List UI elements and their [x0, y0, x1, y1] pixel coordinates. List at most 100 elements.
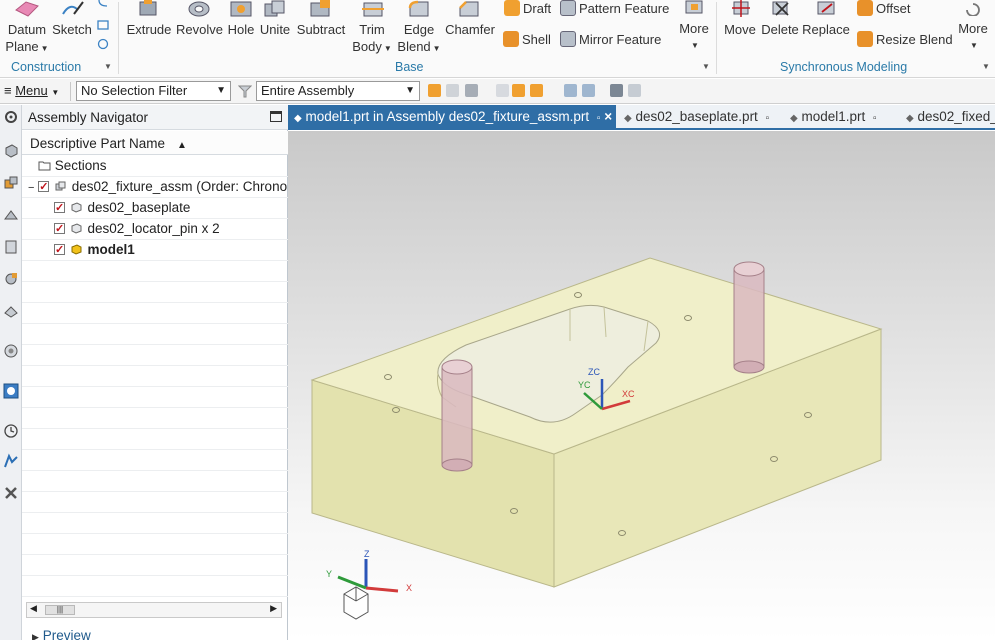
select-edge-icon[interactable] — [496, 84, 509, 97]
snap-midpoint-icon[interactable] — [582, 84, 595, 97]
pattern-feature-button[interactable]: Pattern Feature — [560, 0, 669, 16]
chevron-down-icon: ▼ — [383, 44, 392, 53]
navigator-row-label: des02_locator_pin x 2 — [87, 221, 220, 236]
column-header[interactable]: Descriptive Part Name ▲ — [22, 131, 288, 155]
render-style-icon[interactable] — [628, 84, 641, 97]
locator-pin-right[interactable] — [733, 261, 765, 374]
settings-icon[interactable] — [3, 109, 19, 125]
view-style-icon[interactable] — [610, 84, 623, 97]
more-sync-button[interactable]: More ▼ — [955, 20, 991, 54]
snap-point-icon[interactable] — [512, 84, 525, 97]
expand-icon[interactable]: ▶ — [32, 632, 39, 640]
navigator-row-model1[interactable]: model1 — [22, 240, 288, 261]
reuse-library-icon[interactable] — [3, 239, 19, 255]
visibility-checkbox[interactable] — [38, 177, 50, 197]
circle-icon[interactable] — [97, 38, 109, 50]
hd3d-tools-icon[interactable] — [3, 271, 19, 287]
locator-pin-left[interactable] — [441, 359, 473, 472]
shell-button[interactable]: Shell — [503, 31, 551, 47]
sync-group-chevron-icon[interactable]: ▼ — [982, 62, 990, 71]
constraint-navigator-icon[interactable] — [3, 207, 19, 223]
scope-dropdown[interactable]: Entire Assembly ▼ — [256, 81, 420, 101]
more-base-button[interactable]: More ▼ — [676, 20, 712, 54]
clock-icon[interactable] — [3, 423, 19, 439]
pin-icon[interactable]: ▫ — [873, 113, 877, 124]
collapse-icon[interactable]: − — [28, 182, 34, 194]
horizontal-scrollbar[interactable]: ◀ ||| ▶ — [26, 602, 282, 618]
delete-face-button[interactable]: Delete — [759, 21, 801, 38]
scroll-right-icon[interactable]: ▶ — [270, 603, 277, 614]
tab-model1[interactable]: ◆ model1.prt ▫ — [784, 105, 883, 130]
select-feature-icon[interactable] — [428, 84, 441, 97]
graphics-window[interactable]: ZC YC XC Z Y X — [288, 131, 995, 640]
maximize-icon[interactable] — [270, 111, 282, 122]
navigator-row-sections[interactable]: Sections — [22, 156, 288, 177]
chevron-down-icon: ▼ — [40, 44, 49, 53]
resize-blend-button[interactable]: Resize Blend — [857, 31, 953, 47]
base-group-chevron-icon[interactable]: ▼ — [702, 62, 710, 71]
draft-button[interactable]: Draft — [504, 0, 551, 16]
sketch-icon — [62, 1, 84, 15]
scrollbar-thumb[interactable]: ||| — [45, 605, 75, 615]
navigator-row-label: des02_fixture_assm (Order: Chronological… — [71, 179, 288, 194]
system-materials-icon[interactable] — [3, 383, 19, 399]
navigator-empty-row — [22, 408, 288, 429]
tab-model1-in-assembly[interactable]: ◆ model1.prt in Assembly des02_fixture_a… — [288, 105, 616, 130]
hamburger-icon: ≡ — [4, 83, 12, 98]
edge-blend-button[interactable]: Edge Blend ▼ — [396, 21, 442, 57]
point-type-icon[interactable] — [530, 84, 543, 97]
triad-x-label: X — [406, 583, 412, 593]
snap-endpoint-icon[interactable] — [564, 84, 577, 97]
sketch-button[interactable]: Sketch — [52, 21, 92, 38]
chamfer-button[interactable]: Chamfer — [444, 21, 496, 38]
visibility-checkbox[interactable] — [54, 198, 65, 218]
extrude-button[interactable]: Extrude — [126, 21, 172, 38]
history-icon[interactable] — [3, 343, 19, 359]
navigator-empty-row — [22, 387, 288, 408]
construction-group-chevron-icon[interactable]: ▼ — [104, 62, 112, 71]
selection-filter-dropdown[interactable]: No Selection Filter ▼ — [76, 81, 231, 101]
filter-icon[interactable] — [238, 85, 252, 98]
tools-icon[interactable] — [3, 485, 19, 501]
pin-icon[interactable]: ▫ — [766, 113, 770, 124]
ribbon: Datum Plane ▼ Sketch Construction ▼ Extru… — [0, 0, 995, 78]
hole-button[interactable]: Hole — [224, 21, 258, 38]
navigator-row-locator-pin[interactable]: des02_locator_pin x 2 — [22, 219, 288, 240]
navigator-row-assembly[interactable]: − des02_fixture_assm (Order: Chronologic… — [22, 177, 288, 198]
rectangle-icon[interactable] — [97, 19, 109, 31]
preview-section[interactable]: ▶ Preview — [32, 628, 91, 640]
datum-plane-button[interactable]: Datum Plane ▼ — [5, 21, 49, 57]
role-icon[interactable] — [3, 453, 19, 469]
navigator-empty-row — [22, 555, 288, 576]
mirror-feature-button[interactable]: Mirror Feature — [560, 31, 661, 47]
small-construction-icon-1[interactable] — [97, 0, 109, 8]
trim-body-button[interactable]: Trim Body ▼ — [351, 21, 393, 57]
revolve-icon — [188, 1, 210, 17]
part-navigator-icon[interactable] — [3, 143, 19, 159]
sketch-label: Sketch — [52, 22, 92, 37]
part-icon: ◆ — [906, 113, 914, 124]
tab-baseplate[interactable]: ◆ des02_baseplate.prt ▫ — [618, 105, 775, 130]
menu-button[interactable]: ≡ Menu ▼ — [4, 83, 59, 98]
close-icon[interactable]: × — [604, 109, 612, 124]
view-triad[interactable]: Z Y X — [326, 549, 412, 620]
offset-region-button[interactable]: Offset — [857, 0, 910, 16]
unite-button[interactable]: Unite — [258, 21, 292, 38]
tab-fixed-jaw[interactable]: ◆ des02_fixed_jaw — [900, 105, 995, 130]
datum-plane-label-2: Plane — [5, 39, 39, 54]
select-face-icon[interactable] — [446, 84, 459, 97]
subtract-button[interactable]: Subtract — [295, 21, 347, 38]
visibility-checkbox[interactable] — [54, 219, 65, 239]
visibility-checkbox[interactable] — [54, 240, 65, 260]
revolve-button[interactable]: Revolve — [176, 21, 223, 38]
pin-icon[interactable]: ▫ — [597, 113, 601, 124]
move-face-button[interactable]: Move — [722, 21, 758, 38]
replace-face-button[interactable]: Replace — [802, 21, 850, 38]
web-browser-icon[interactable] — [3, 303, 19, 319]
navigator-empty-row — [22, 324, 288, 345]
assembly-navigator-icon[interactable] — [3, 175, 19, 191]
navigator-row-baseplate[interactable]: des02_baseplate — [22, 198, 288, 219]
scroll-left-icon[interactable]: ◀ — [30, 603, 37, 614]
select-body-icon[interactable] — [465, 84, 478, 97]
datum-plane-label: Datum — [7, 22, 47, 37]
